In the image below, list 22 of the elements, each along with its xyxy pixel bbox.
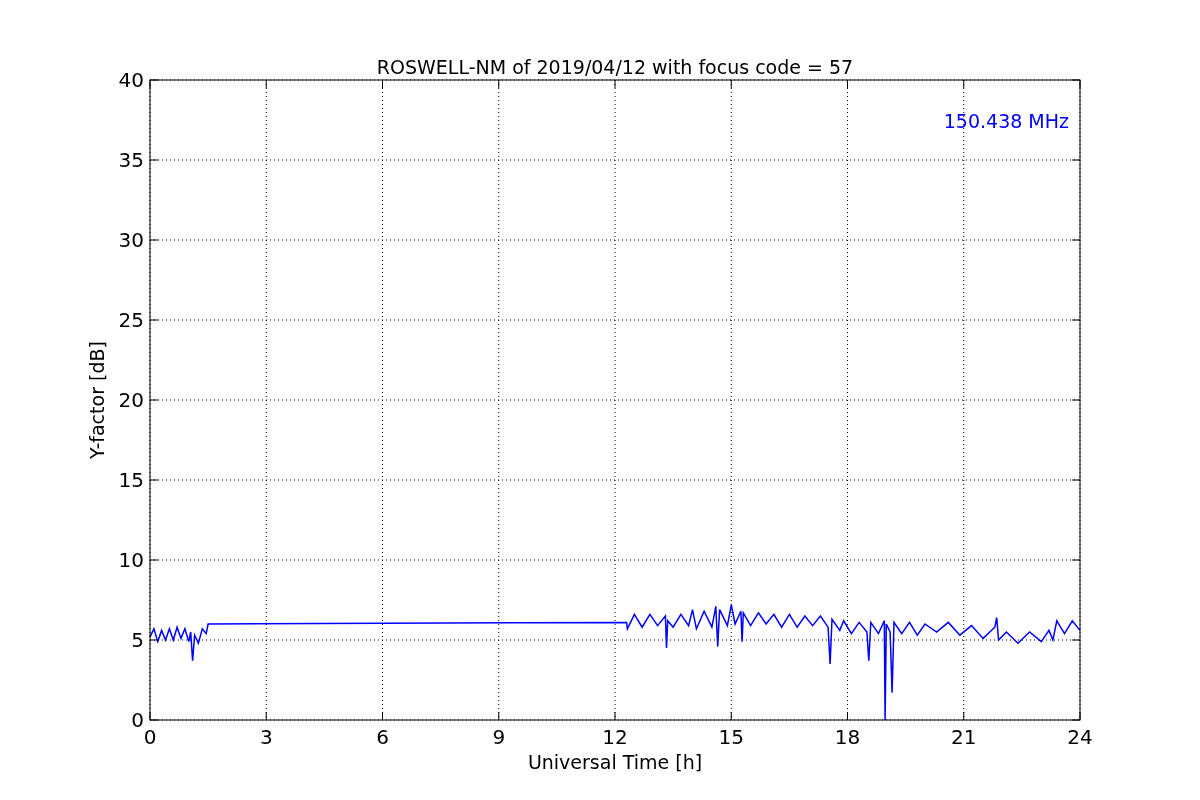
- y-axis-label: Y-factor [dB]: [86, 341, 108, 459]
- y-tick-label: 40: [118, 68, 144, 92]
- y-tick-label: 15: [118, 468, 144, 492]
- y-tick-label: 10: [118, 548, 144, 572]
- y-tick-label: 5: [131, 628, 144, 652]
- x-tick-label: 21: [951, 725, 977, 749]
- x-tick-label: 6: [376, 725, 389, 749]
- x-tick-label: 9: [492, 725, 506, 749]
- chart-title: ROSWELL-NM of 2019/04/12 with focus code = 57: [376, 56, 854, 78]
- legend-label: 150.438 MHz: [943, 110, 1069, 132]
- x-tick-label: 0: [143, 725, 157, 749]
- x-tick-label: 15: [718, 725, 744, 749]
- x-tick-label: 24: [1067, 725, 1093, 749]
- x-tick-label: 12: [602, 725, 628, 749]
- x-tick-label: 18: [834, 725, 861, 749]
- y-tick-label: 25: [118, 308, 144, 332]
- y-tick-label: 0: [131, 708, 144, 732]
- y-tick-label: 30: [118, 228, 144, 252]
- y-tick-label: 20: [118, 388, 144, 412]
- x-tick-label: 3: [259, 725, 273, 749]
- y-tick-label: 35: [118, 148, 144, 172]
- x-axis-label: Universal Time [h]: [527, 751, 703, 773]
